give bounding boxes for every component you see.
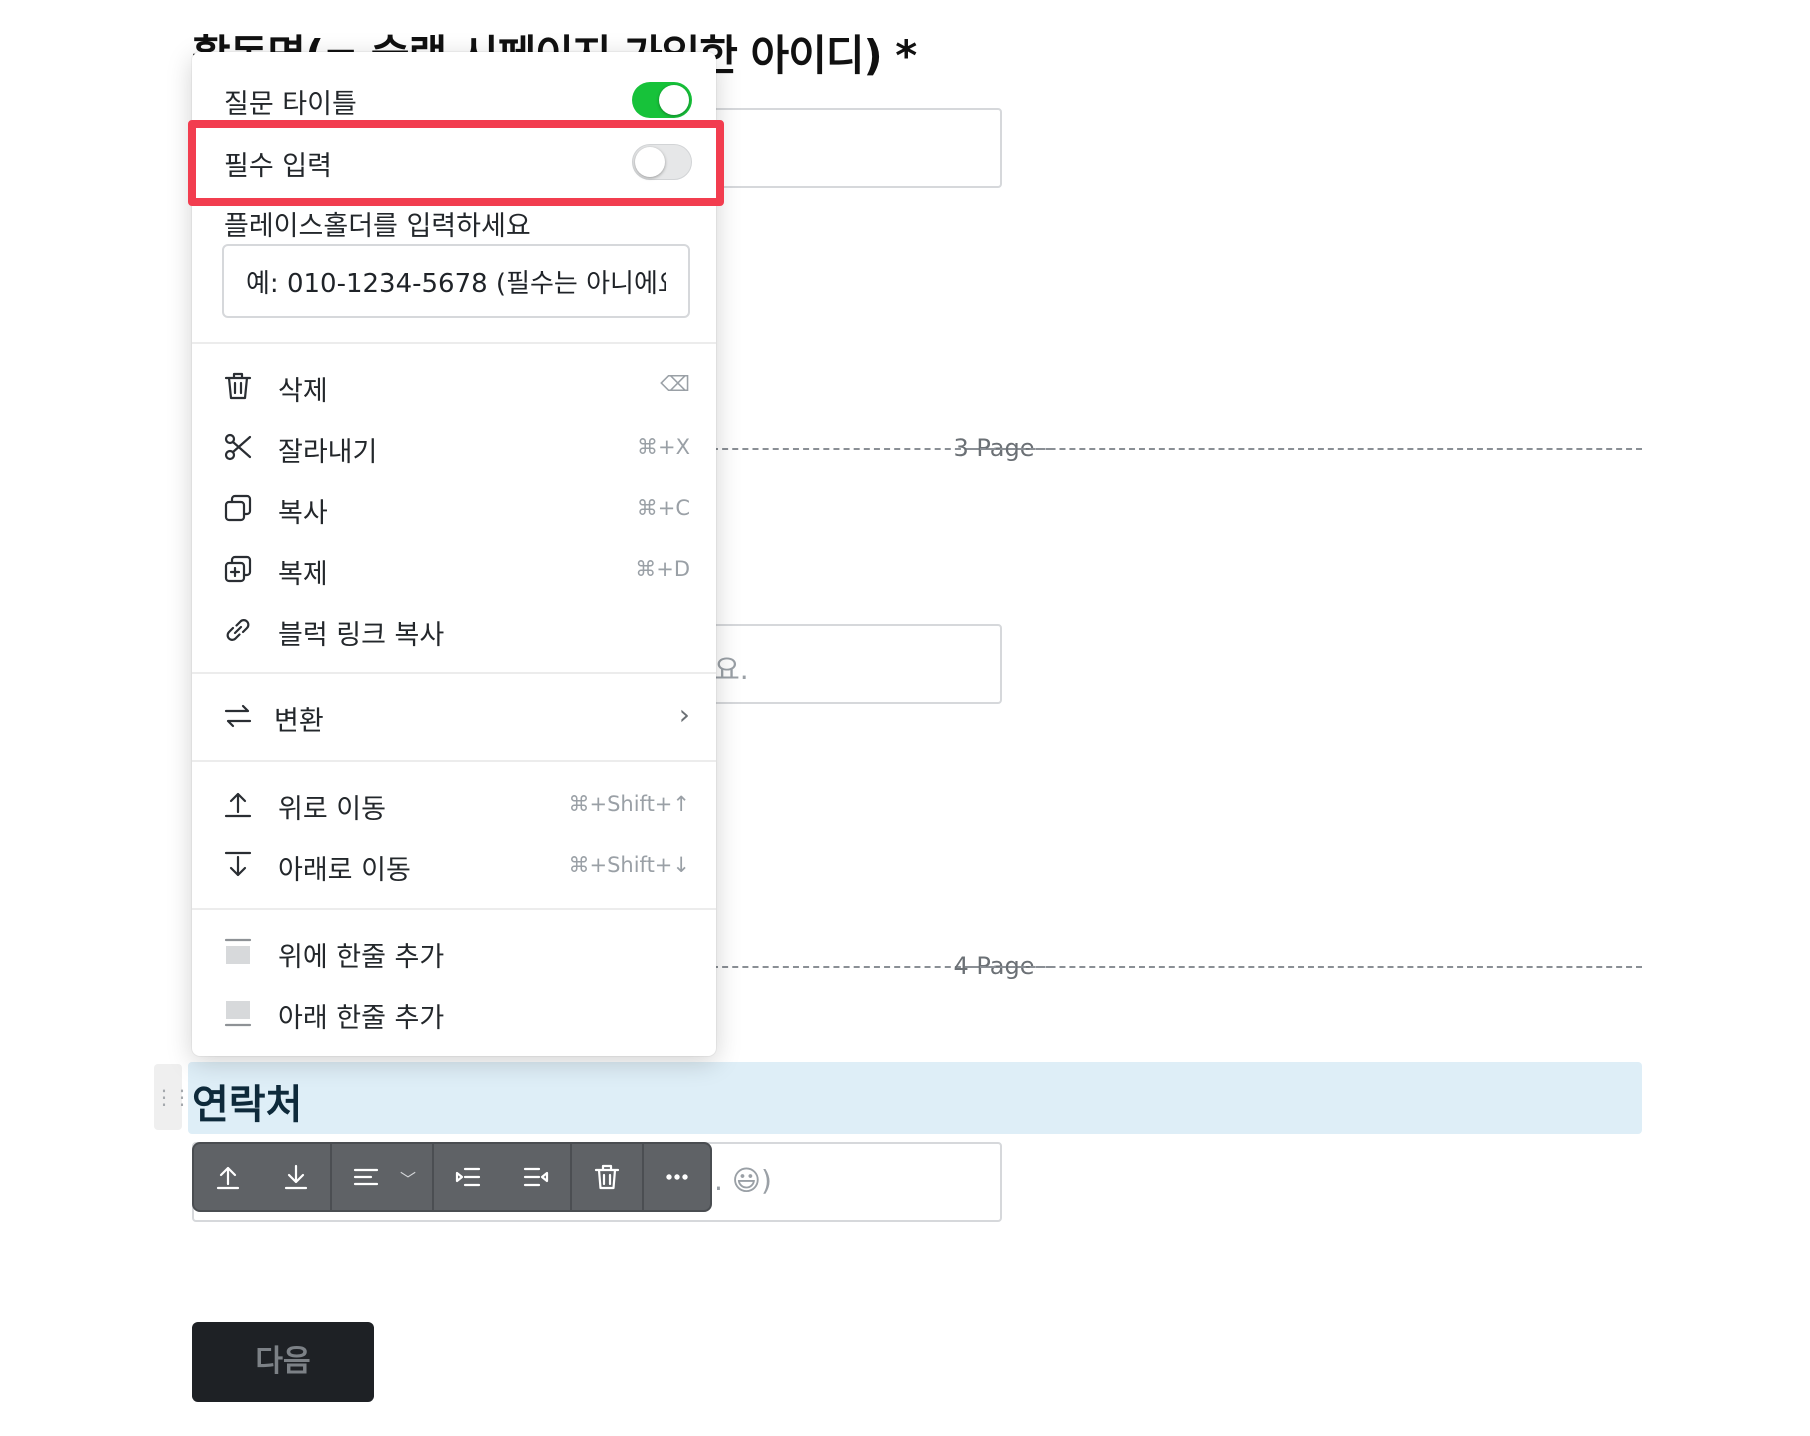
menu-item-label: 변환	[274, 706, 324, 737]
menu-item-label: 삭제	[278, 376, 328, 407]
more-icon	[666, 1174, 688, 1180]
outdent-button[interactable]	[502, 1144, 570, 1210]
menu-item-label: 잘라내기	[278, 437, 378, 468]
question-title-toggle-row: 질문 타이틀	[192, 70, 716, 130]
menu-item-label: 아래 한줄 추가	[278, 1003, 445, 1034]
more-button[interactable]	[644, 1144, 710, 1210]
input-placeholder: 요.	[714, 653, 749, 686]
menu-item-move-up[interactable]: 위로 이동 ⌘+Shift+↑	[192, 774, 716, 834]
menu-item-copy-block-link[interactable]: 블럭 링크 복사	[192, 600, 716, 660]
menu-item-add-line-above[interactable]: 위에 한줄 추가	[192, 922, 716, 982]
menu-item-label: 블럭 링크 복사	[278, 620, 445, 651]
trash-icon	[594, 1164, 620, 1190]
move-down-icon	[224, 851, 252, 877]
menu-item-shortcut: ⌘+Shift+↑	[568, 792, 690, 816]
indent-button[interactable]	[434, 1144, 502, 1210]
menu-item-move-down[interactable]: 아래로 이동 ⌘+Shift+↓	[192, 835, 716, 895]
menu-item-label: 복제	[278, 559, 328, 590]
copy-icon	[224, 494, 252, 522]
menu-item-cut[interactable]: 잘라내기 ⌘+X	[192, 417, 716, 477]
indent-icon	[455, 1167, 481, 1187]
block-context-menu: 질문 타이틀 필수 입력 플레이스홀더를 입력하세요 삭제 ⌫ 잘라내기 ⌘+X…	[192, 52, 716, 1056]
add-line-above-icon	[224, 938, 252, 964]
move-up-icon	[224, 792, 252, 818]
menu-item-label: 아래로 이동	[278, 855, 411, 886]
add-line-below-icon	[224, 1001, 252, 1027]
menu-item-delete[interactable]: 삭제 ⌫	[192, 356, 716, 416]
backspace-icon: ⌫	[660, 372, 690, 396]
menu-item-label: 복사	[278, 498, 328, 529]
duplicate-icon	[224, 555, 252, 583]
question-title-toggle-label: 질문 타이틀	[224, 89, 357, 120]
align-left-icon	[353, 1168, 379, 1186]
menu-item-shortcut: ⌘+C	[636, 496, 690, 520]
move-up-button[interactable]	[194, 1144, 262, 1210]
move-up-icon	[216, 1166, 240, 1190]
placeholder-label: 플레이스홀더를 입력하세요	[224, 211, 531, 242]
required-toggle[interactable]	[632, 144, 692, 180]
contact-title: 연락처	[192, 1082, 303, 1128]
move-down-icon	[284, 1164, 308, 1190]
menu-item-shortcut: ⌘+Shift+↓	[568, 853, 690, 877]
delete-button[interactable]	[572, 1144, 642, 1210]
trash-icon	[224, 372, 252, 400]
menu-item-shortcut: ⌘+D	[635, 557, 690, 581]
scissors-icon	[224, 433, 252, 461]
next-button[interactable]: 다음	[192, 1322, 374, 1402]
contact-block[interactable]: 연락처	[188, 1062, 1642, 1134]
menu-item-shortcut: ⌘+X	[637, 435, 690, 459]
outdent-icon	[523, 1167, 549, 1187]
required-toggle-row: 필수 입력	[192, 132, 716, 192]
chevron-down-icon: ﹀	[400, 1170, 417, 1189]
chevron-right-icon: ›	[678, 698, 690, 731]
input-placeholder: . 😃)	[714, 1164, 772, 1197]
required-toggle-label: 필수 입력	[224, 151, 332, 182]
menu-item-convert[interactable]: 변환 ›	[192, 686, 716, 746]
convert-icon	[224, 704, 252, 728]
align-button[interactable]: ﹀	[332, 1144, 432, 1210]
menu-item-copy[interactable]: 복사 ⌘+C	[192, 478, 716, 538]
menu-item-label: 위에 한줄 추가	[278, 942, 445, 973]
menu-item-add-line-below[interactable]: 아래 한줄 추가	[192, 983, 716, 1043]
question-title-toggle[interactable]	[632, 82, 692, 118]
menu-item-label: 위로 이동	[278, 794, 386, 825]
link-icon	[226, 619, 250, 641]
move-down-button[interactable]	[262, 1144, 330, 1210]
block-toolbar: ﹀	[192, 1142, 712, 1212]
drag-handle-icon[interactable]: ⋮⋮	[154, 1064, 192, 1130]
menu-item-duplicate[interactable]: 복제 ⌘+D	[192, 539, 716, 599]
placeholder-input[interactable]	[222, 244, 690, 318]
